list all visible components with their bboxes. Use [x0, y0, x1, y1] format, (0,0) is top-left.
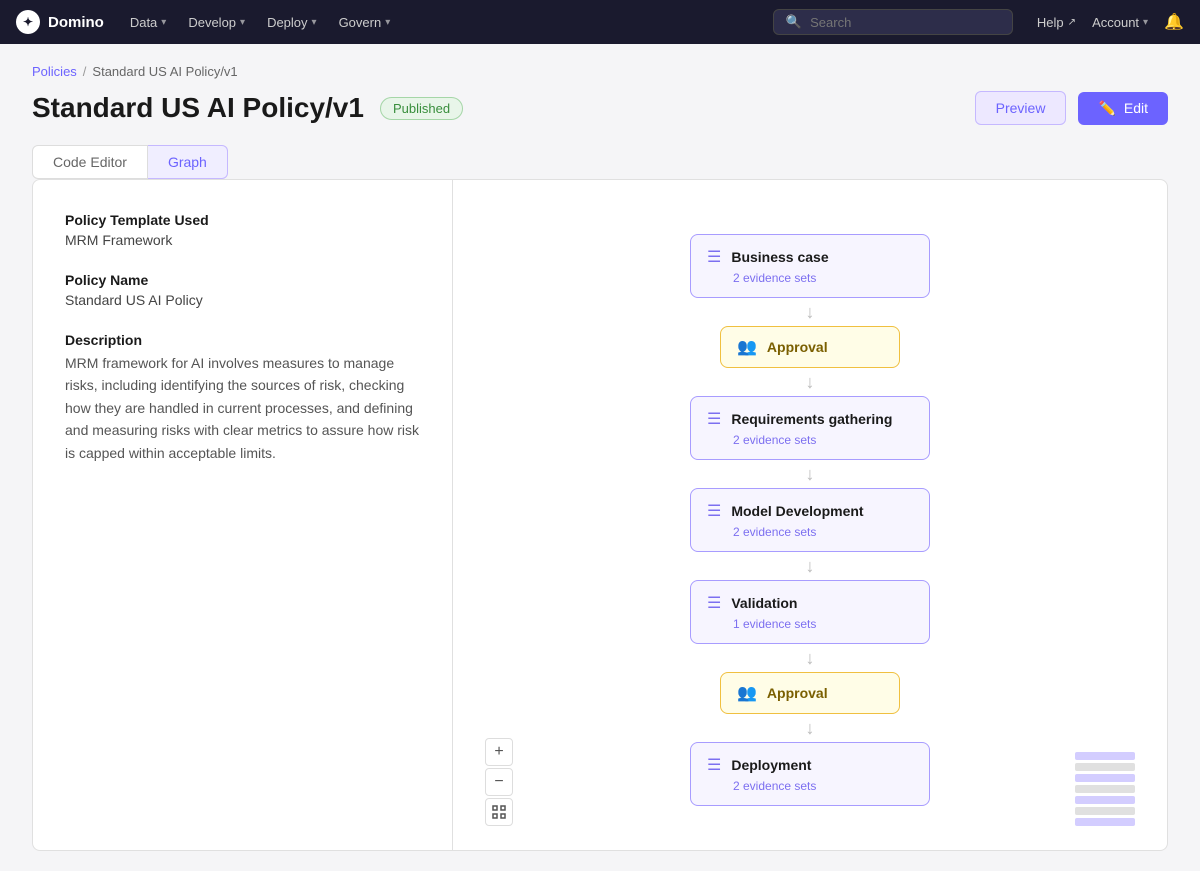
minimap-row: [1075, 796, 1135, 804]
tab-code-editor[interactable]: Code Editor: [32, 145, 148, 179]
tab-graph[interactable]: Graph: [148, 145, 228, 179]
chevron-down-icon: ▾: [1143, 17, 1148, 28]
fit-view-button[interactable]: [485, 798, 513, 826]
node-title: Business case: [731, 249, 828, 265]
flow-node-requirements[interactable]: ☰ Requirements gathering 2 evidence sets: [690, 396, 930, 460]
search-bar[interactable]: 🔍: [773, 9, 1013, 35]
node-sub: 2 evidence sets: [733, 433, 913, 447]
node-title: Deployment: [731, 757, 811, 773]
tabs: Code Editor Graph: [32, 145, 1168, 179]
list-icon: ☰: [707, 409, 721, 429]
approval-title: Approval: [767, 685, 828, 701]
flow-arrow: ↓: [806, 714, 815, 742]
fit-icon: [492, 805, 506, 819]
flow-chart: ☰ Business case 2 evidence sets ↓ 👥 Appr…: [690, 214, 930, 826]
template-value: MRM Framework: [65, 232, 420, 248]
edit-icon: ✏️: [1098, 100, 1115, 117]
list-icon: ☰: [707, 501, 721, 521]
search-icon: 🔍: [786, 14, 802, 30]
policy-name-value: Standard US AI Policy: [65, 292, 420, 308]
node-sub: 1 evidence sets: [733, 617, 913, 631]
policy-name-section: Policy Name Standard US AI Policy: [65, 272, 420, 308]
breadcrumb: Policies / Standard US AI Policy/v1: [32, 64, 1168, 79]
page-actions: Preview ✏️ Edit: [975, 91, 1168, 125]
minimap-row: [1075, 763, 1135, 771]
minimap: [1075, 752, 1135, 826]
flow-node-validation[interactable]: ☰ Validation 1 evidence sets: [690, 580, 930, 644]
external-link-icon: ↗: [1068, 17, 1076, 28]
chevron-down-icon: ▾: [161, 17, 166, 28]
edit-button[interactable]: ✏️ Edit: [1078, 92, 1168, 125]
node-sub: 2 evidence sets: [733, 779, 913, 793]
list-icon: ☰: [707, 593, 721, 613]
search-input[interactable]: [810, 15, 1000, 30]
people-icon: 👥: [737, 337, 757, 357]
nav-item-data[interactable]: Data ▾: [120, 11, 177, 34]
chevron-down-icon: ▾: [312, 17, 317, 28]
nav-menu: Data ▾ Develop ▾ Deploy ▾ Govern ▾: [120, 11, 400, 34]
nav-item-develop[interactable]: Develop ▾: [178, 11, 255, 34]
logo[interactable]: ✦ Domino: [16, 10, 104, 34]
node-sub: 2 evidence sets: [733, 271, 913, 285]
description-label: Description: [65, 332, 420, 348]
account-button[interactable]: Account ▾: [1092, 15, 1148, 30]
help-button[interactable]: Help ↗: [1037, 15, 1076, 30]
breadcrumb-separator: /: [83, 64, 87, 79]
people-icon: 👥: [737, 683, 757, 703]
node-title: Model Development: [731, 503, 863, 519]
zoom-in-button[interactable]: +: [485, 738, 513, 766]
chevron-down-icon: ▾: [385, 17, 390, 28]
page-title: Standard US AI Policy/v1: [32, 92, 364, 124]
page-title-area: Standard US AI Policy/v1 Published: [32, 92, 463, 124]
template-section: Policy Template Used MRM Framework: [65, 212, 420, 248]
minimap-row: [1075, 818, 1135, 826]
left-panel: Policy Template Used MRM Framework Polic…: [33, 180, 453, 850]
minimap-row: [1075, 785, 1135, 793]
breadcrumb-current: Standard US AI Policy/v1: [92, 64, 237, 79]
status-badge: Published: [380, 97, 463, 120]
flow-arrow: ↓: [806, 552, 815, 580]
minimap-row: [1075, 807, 1135, 815]
minimap-row: [1075, 774, 1135, 782]
breadcrumb-policies-link[interactable]: Policies: [32, 64, 77, 79]
domino-logo-icon: ✦: [16, 10, 40, 34]
flow-node-approval-2[interactable]: 👥 Approval: [720, 672, 900, 714]
nav-right: Help ↗ Account ▾ 🔔: [1037, 12, 1184, 32]
flow-arrow: ↓: [806, 644, 815, 672]
description-section: Description MRM framework for AI involve…: [65, 332, 420, 464]
minimap-row: [1075, 752, 1135, 760]
flow-node-business-case[interactable]: ☰ Business case 2 evidence sets: [690, 234, 930, 298]
node-title: Requirements gathering: [731, 411, 892, 427]
node-sub: 2 evidence sets: [733, 525, 913, 539]
flow-arrow: ↓: [806, 460, 815, 488]
flow-node-model-development[interactable]: ☰ Model Development 2 evidence sets: [690, 488, 930, 552]
flow-node-approval-1[interactable]: 👥 Approval: [720, 326, 900, 368]
policy-name-label: Policy Name: [65, 272, 420, 288]
template-label: Policy Template Used: [65, 212, 420, 228]
flow-arrow: ↓: [806, 298, 815, 326]
list-icon: ☰: [707, 755, 721, 775]
preview-button[interactable]: Preview: [975, 91, 1067, 125]
navbar: ✦ Domino Data ▾ Develop ▾ Deploy ▾ Gover…: [0, 0, 1200, 44]
chevron-down-icon: ▾: [240, 17, 245, 28]
node-title: Validation: [731, 595, 797, 611]
brand-name: Domino: [48, 14, 104, 31]
notifications-button[interactable]: 🔔: [1164, 12, 1184, 32]
main-panel: Policy Template Used MRM Framework Polic…: [32, 179, 1168, 851]
flow-arrow: ↓: [806, 368, 815, 396]
description-value: MRM framework for AI involves measures t…: [65, 352, 420, 464]
nav-item-govern[interactable]: Govern ▾: [329, 11, 401, 34]
list-icon: ☰: [707, 247, 721, 267]
page-header: Standard US AI Policy/v1 Published Previ…: [32, 91, 1168, 125]
page-content: Policies / Standard US AI Policy/v1 Stan…: [0, 44, 1200, 871]
flow-node-deployment[interactable]: ☰ Deployment 2 evidence sets: [690, 742, 930, 806]
nav-item-deploy[interactable]: Deploy ▾: [257, 11, 327, 34]
right-panel: ☰ Business case 2 evidence sets ↓ 👥 Appr…: [453, 180, 1167, 850]
zoom-controls: + −: [485, 738, 513, 826]
zoom-out-button[interactable]: −: [485, 768, 513, 796]
approval-title: Approval: [767, 339, 828, 355]
